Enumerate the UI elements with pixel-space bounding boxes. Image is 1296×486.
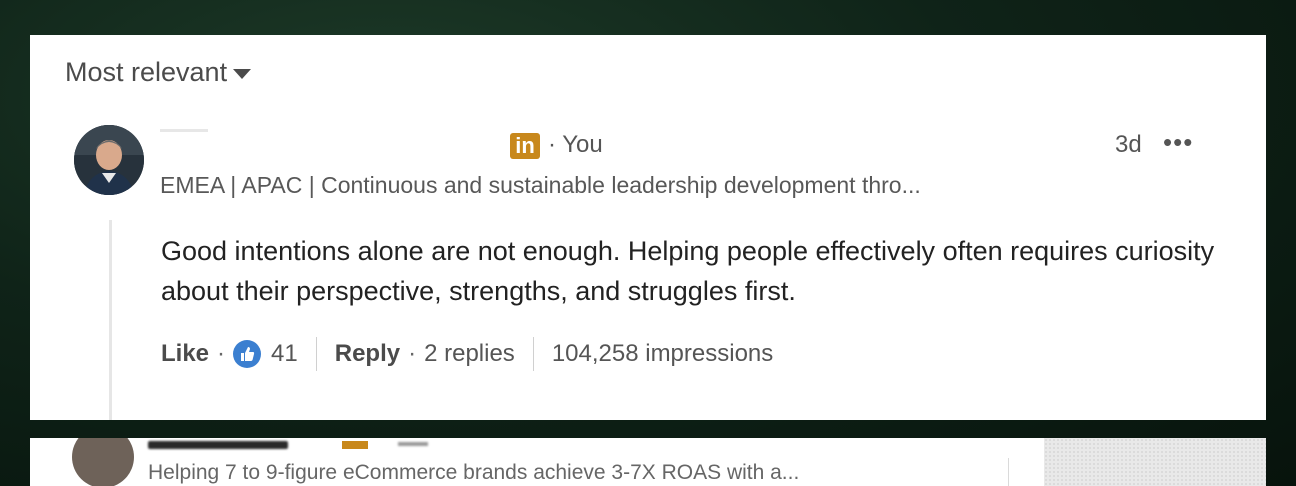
comment-time: 3d bbox=[1115, 131, 1142, 158]
next-comment-card: Helping 7 to 9-figure eCommerce brands a… bbox=[30, 438, 1266, 486]
like-button[interactable]: Like bbox=[161, 340, 209, 368]
sort-dropdown[interactable]: Most relevant bbox=[65, 57, 252, 88]
sort-label: Most relevant bbox=[65, 57, 228, 87]
comment-time bbox=[398, 442, 428, 446]
divider bbox=[1008, 458, 1009, 486]
like-reaction-icon[interactable] bbox=[233, 340, 262, 368]
you-label: · You bbox=[548, 131, 603, 158]
linkedin-badge-icon: in bbox=[510, 133, 540, 159]
separator-dot: · bbox=[408, 340, 417, 367]
author-headline: Helping 7 to 9-figure eCommerce brands a… bbox=[148, 461, 800, 484]
author-name[interactable] bbox=[148, 441, 288, 449]
linkedin-badge-icon bbox=[342, 441, 368, 449]
comment-card: Most relevant in · You 3d ••• EMEA | APA… bbox=[30, 35, 1266, 420]
comment-actions: Like · 41 Reply · 2 replies 104,258 impr… bbox=[161, 337, 773, 371]
separator-dot: · bbox=[217, 340, 226, 367]
thread-line bbox=[109, 220, 112, 420]
impressions: 104,258 impressions bbox=[551, 340, 774, 367]
replies-link[interactable]: 2 replies bbox=[424, 340, 515, 368]
side-panel bbox=[1044, 438, 1266, 486]
avatar[interactable] bbox=[74, 125, 144, 195]
reply-button[interactable]: Reply bbox=[335, 340, 400, 368]
avatar[interactable] bbox=[72, 438, 134, 486]
author-row: in · You 3d ••• bbox=[160, 129, 1220, 163]
caret-down-icon bbox=[233, 69, 252, 79]
author-name[interactable] bbox=[160, 129, 208, 132]
divider bbox=[532, 337, 534, 371]
comment-text: Good intentions alone are not enough. He… bbox=[161, 236, 1215, 306]
reaction-count[interactable]: 41 bbox=[271, 340, 298, 368]
divider bbox=[315, 337, 317, 371]
more-options-icon[interactable]: ••• bbox=[1163, 129, 1193, 155]
author-headline: EMEA | APAC | Continuous and sustainable… bbox=[160, 172, 921, 198]
